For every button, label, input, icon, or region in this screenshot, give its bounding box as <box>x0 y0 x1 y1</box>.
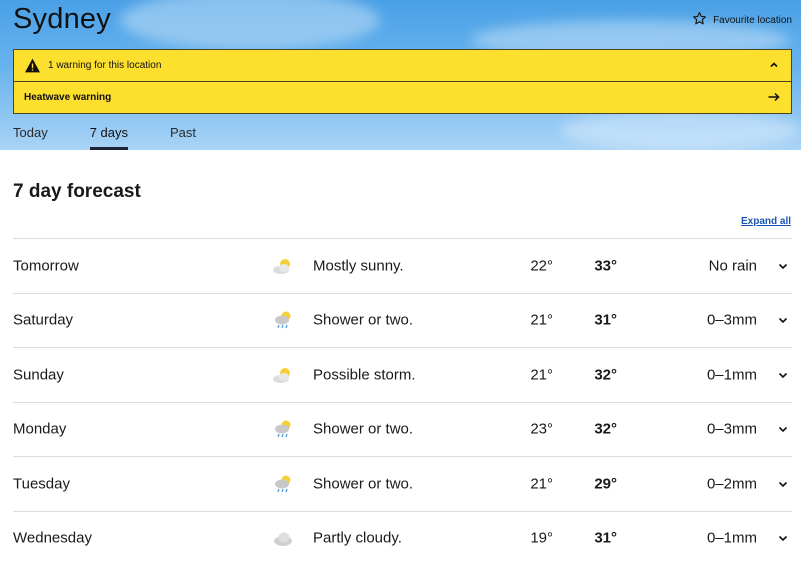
heatwave-warning-link[interactable]: Heatwave warning <box>13 81 792 114</box>
rain-amount: 0–1mm <box>706 366 757 384</box>
mostly-sunny-icon <box>271 363 295 387</box>
expand-all-link[interactable]: Expand all <box>741 216 791 227</box>
forecast-description: Shower or two. <box>313 475 414 493</box>
arrow-right-icon <box>767 90 781 104</box>
forecast-day: Monday <box>13 420 67 438</box>
warnings-toggle[interactable]: 1 warning for this location <box>13 49 792 82</box>
rain-amount: 0–3mm <box>706 311 757 329</box>
max-temperature: 31° <box>594 529 617 547</box>
shower-icon <box>271 417 295 441</box>
forecast-row[interactable]: Wednesday Partly cloudy. 19° 31° 0–1mm <box>13 510 792 563</box>
chevron-down-icon[interactable] <box>776 368 790 382</box>
forecast-day: Wednesday <box>13 529 92 547</box>
min-temperature: 21° <box>530 366 553 384</box>
forecast-row[interactable]: Sunday Possible storm. 21° 32° 0–1mm <box>13 347 792 402</box>
forecast-day: Sunday <box>13 366 64 384</box>
sky-cloud <box>560 110 800 150</box>
section-title: 7 day forecast <box>13 181 141 202</box>
forecast-row[interactable]: Saturday Shower or two. 21° 31° 0–3mm <box>13 292 792 348</box>
forecast-row[interactable]: Monday Shower or two. 23° 32° 0–3mm <box>13 401 792 457</box>
tab-7-days[interactable]: 7 days <box>89 121 129 150</box>
shower-icon <box>271 472 295 496</box>
min-temperature: 22° <box>530 257 553 275</box>
rain-amount: 0–3mm <box>706 420 757 438</box>
max-temperature: 29° <box>594 475 617 493</box>
rain-amount: 0–2mm <box>706 475 757 493</box>
warnings-summary: 1 warning for this location <box>48 60 162 71</box>
forecast-tabs: Today 7 days Past <box>13 121 238 150</box>
warning-icon <box>24 58 42 74</box>
min-temperature: 23° <box>530 420 553 438</box>
chevron-down-icon[interactable] <box>776 422 790 436</box>
rain-amount: No rain <box>708 257 757 275</box>
max-temperature: 31° <box>594 311 617 329</box>
favourite-location-label: Favourite location <box>713 14 792 26</box>
max-temperature: 33° <box>594 257 617 275</box>
min-temperature: 21° <box>530 475 553 493</box>
chevron-down-icon[interactable] <box>776 259 790 273</box>
forecast-description: Shower or two. <box>313 311 414 329</box>
header-hero: Sydney Favourite location 1 warning for … <box>0 0 801 150</box>
forecast-day: Tuesday <box>13 475 70 493</box>
forecast-description: Mostly sunny. <box>313 257 404 275</box>
chevron-down-icon[interactable] <box>776 531 790 545</box>
max-temperature: 32° <box>594 420 617 438</box>
forecast-row[interactable]: Tomorrow Mostly sunny. 22° 33° No rain <box>13 238 792 293</box>
star-icon <box>692 11 707 29</box>
sky-cloud <box>120 0 380 50</box>
chevron-down-icon[interactable] <box>776 477 790 491</box>
min-temperature: 19° <box>530 529 553 547</box>
forecast-description: Partly cloudy. <box>313 529 402 547</box>
chevron-down-icon[interactable] <box>776 313 790 327</box>
mostly-sunny-icon <box>271 254 295 278</box>
partly-cloudy-icon <box>271 526 295 550</box>
min-temperature: 21° <box>530 311 553 329</box>
max-temperature: 32° <box>594 366 617 384</box>
shower-icon <box>271 308 295 332</box>
favourite-location-button[interactable]: Favourite location <box>692 11 792 29</box>
forecast-day: Saturday <box>13 311 74 329</box>
warning-item-label: Heatwave warning <box>24 92 112 103</box>
forecast-list: Tomorrow Mostly sunny. 22° 33° No rain S… <box>13 238 792 563</box>
rain-amount: 0–1mm <box>706 529 757 547</box>
page-title: Sydney <box>13 3 111 35</box>
chevron-up-icon <box>767 58 781 72</box>
forecast-description: Shower or two. <box>313 420 414 438</box>
forecast-description: Possible storm. <box>313 366 416 384</box>
tab-today[interactable]: Today <box>13 121 48 150</box>
forecast-row[interactable]: Tuesday Shower or two. 21° 29° 0–2mm <box>13 456 792 511</box>
forecast-day: Tomorrow <box>13 257 79 275</box>
tab-past[interactable]: Past <box>170 121 196 150</box>
